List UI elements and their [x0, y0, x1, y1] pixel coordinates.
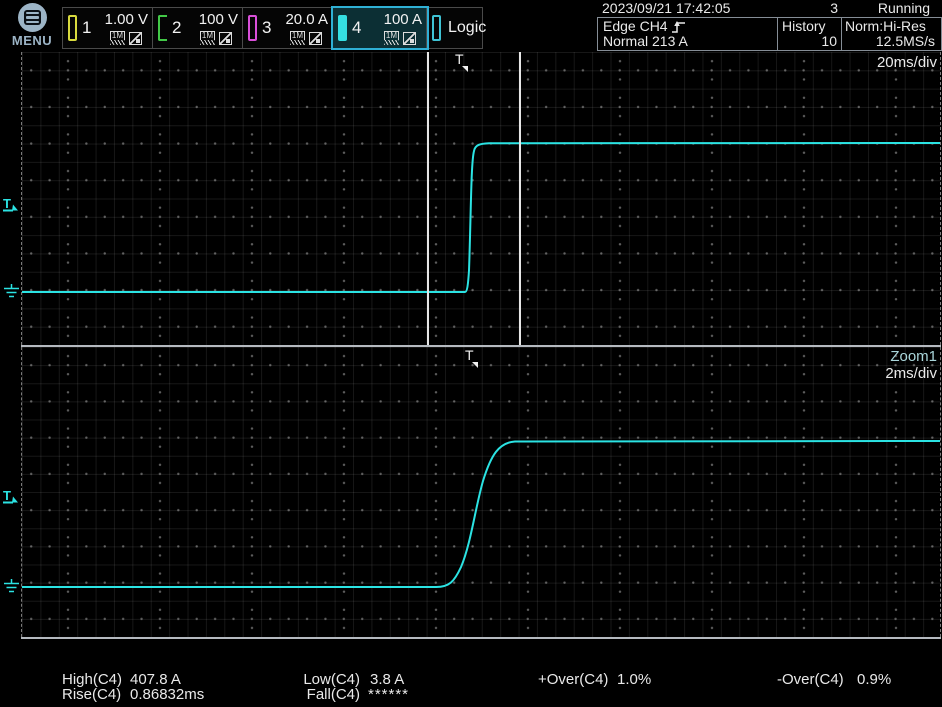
channel-4-scale: 100 A: [384, 12, 422, 28]
measurement-value: ******: [368, 687, 409, 702]
header-info: 2023/09/21 17:42:05 3 Running Edge CH4 N…: [597, 0, 942, 51]
impedance-1m-icon: 1M: [110, 31, 125, 45]
coupling-dc-icon: [403, 32, 416, 45]
svg-text:T: T: [3, 489, 11, 503]
channel-1-button[interactable]: 1 1.00 V 1M: [63, 8, 153, 48]
channel-1-scale: 1.00 V: [105, 12, 148, 28]
measurement-label: Rise(C4): [62, 687, 121, 702]
zoom1-waveform-panel[interactable]: T: [21, 347, 941, 637]
measurement-value: 407.8 A: [130, 672, 181, 687]
measurement-label: +Over(C4): [538, 672, 608, 687]
channel-3-button[interactable]: 3 20.0 A 1M: [243, 8, 333, 48]
acquisition-status: Running: [838, 0, 942, 17]
trigger-position-marker[interactable]: T: [455, 53, 468, 72]
trigger-mode: Normal 213 A: [603, 34, 777, 49]
main-timebase-label: 20ms/div: [877, 55, 937, 71]
coupling-dc-icon: [219, 32, 232, 45]
channel-4-number: 4: [352, 18, 361, 38]
trigger-level-marker[interactable]: T: [2, 197, 20, 215]
measurement-value: 0.9%: [857, 672, 891, 687]
menu-button[interactable]: MENU: [8, 3, 56, 51]
ch4-ground-marker[interactable]: [2, 284, 21, 299]
datetime: 2023/09/21 17:42:05: [597, 0, 797, 17]
channel-3-number: 3: [262, 18, 271, 38]
zoom-ch4-ground-marker[interactable]: [2, 579, 21, 594]
ch4-waveform-zoom1: [22, 347, 940, 637]
history-panel[interactable]: History 10: [778, 18, 842, 50]
channel-2-color-icon: [158, 15, 167, 41]
zoom1-timebase-label: 2ms/div: [885, 366, 937, 382]
zoom-trigger-level-marker[interactable]: T: [2, 489, 20, 507]
measurement-label: High(C4): [62, 672, 122, 687]
measurement-value: 0.86832ms: [130, 687, 204, 702]
trigger-settings[interactable]: Edge CH4 Normal 213 A: [598, 18, 778, 50]
measurement-value: 3.8 A: [370, 672, 404, 687]
acquisition-mode: Norm:Hi-Res: [845, 19, 941, 34]
channel-3-color-icon: [248, 15, 257, 41]
channel-2-scale: 100 V: [199, 12, 238, 28]
history-label: History: [782, 19, 841, 34]
measurement-bar: High(C4) 407.8 A Low(C4) 3.8 A +Over(C4)…: [0, 671, 942, 707]
coupling-dc-icon: [309, 32, 322, 45]
rising-edge-icon: [671, 20, 687, 34]
menu-label: MENU: [8, 33, 56, 48]
acquisition-panel[interactable]: Norm:Hi-Res 12.5MS/s: [842, 18, 941, 50]
zoom1-label: Zoom1: [890, 349, 937, 365]
trigger-type: Edge CH4: [603, 19, 668, 34]
channel-1-color-icon: [68, 15, 77, 41]
history-record-number: 3: [797, 0, 838, 17]
ch4-waveform-main: [22, 52, 940, 345]
impedance-1m-icon: 1M: [290, 31, 305, 45]
logic-color-icon: [432, 15, 441, 41]
measurement-label: -Over(C4): [777, 672, 844, 687]
channel-4-button[interactable]: 4 100 A 1M: [333, 8, 427, 48]
logic-label: Logic: [448, 19, 486, 37]
main-waveform-panel[interactable]: T: [21, 52, 941, 345]
zoom-panel-bottom-border: [21, 637, 941, 639]
measurement-value: 1.0%: [617, 672, 651, 687]
menu-icon: [18, 3, 47, 32]
channel-2-number: 2: [172, 18, 181, 38]
history-value: 10: [782, 34, 841, 49]
channel-1-number: 1: [82, 18, 91, 38]
svg-text:T: T: [3, 197, 11, 211]
coupling-dc-icon: [129, 32, 142, 45]
channel-strip: 1 1.00 V 1M 2 100 V 1M 3: [62, 7, 483, 49]
impedance-1m-icon: 1M: [384, 31, 399, 45]
zoom-trigger-position-marker[interactable]: T: [465, 349, 478, 368]
channel-3-scale: 20.0 A: [285, 12, 328, 28]
impedance-1m-icon: 1M: [200, 31, 215, 45]
sample-rate: 12.5MS/s: [845, 34, 941, 49]
channel-2-button[interactable]: 2 100 V 1M: [153, 8, 243, 48]
measurement-label: Fall(C4): [280, 687, 360, 702]
measurement-label: Low(C4): [280, 672, 360, 687]
zoom-region-right-handle[interactable]: [519, 52, 521, 345]
logic-button[interactable]: Logic: [427, 8, 482, 48]
channel-4-color-icon: [338, 15, 347, 41]
zoom-region-left-handle[interactable]: [427, 52, 429, 345]
